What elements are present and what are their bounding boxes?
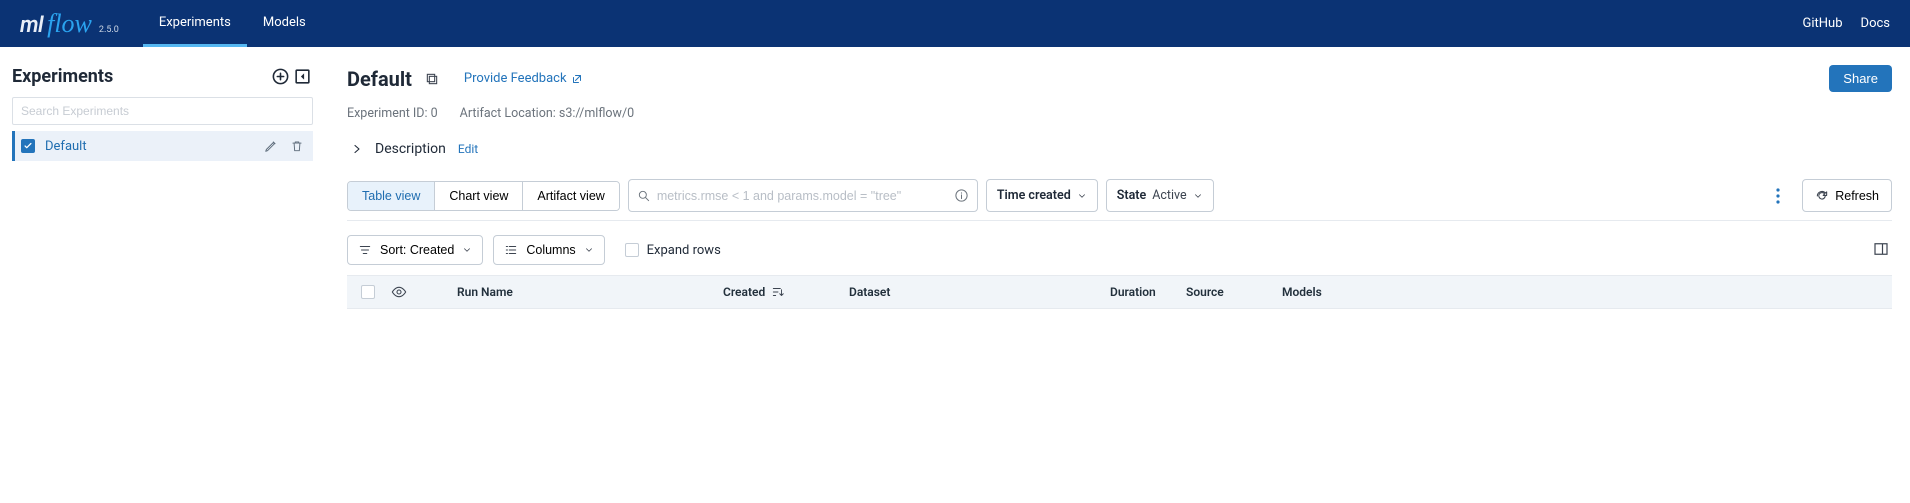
chevron-right-icon	[351, 143, 363, 155]
experiment-name[interactable]: Default	[45, 139, 87, 154]
info-icon	[954, 188, 969, 203]
description-expand-toggle[interactable]	[351, 143, 363, 155]
sort-select-key: Time created	[997, 188, 1071, 203]
sidebar-right-icon	[1872, 240, 1890, 258]
chevron-down-icon	[462, 245, 472, 255]
experiments-list: Default	[12, 131, 313, 161]
edit-description-link[interactable]: Edit	[458, 142, 478, 156]
col-created-label: Created	[723, 285, 765, 299]
tab-artifact-view[interactable]: Artifact view	[523, 182, 618, 210]
logo-flow: flow	[47, 9, 92, 39]
state-select-value: Active	[1152, 188, 1186, 203]
sort-chip-label: Sort: Created	[380, 243, 454, 257]
plus-circle-icon	[271, 67, 290, 86]
refresh-label: Refresh	[1835, 189, 1879, 203]
docs-link[interactable]: Docs	[1861, 16, 1890, 31]
collapse-sidebar-button[interactable]	[291, 65, 313, 87]
experiment-checkbox[interactable]	[21, 139, 35, 153]
col-source[interactable]: Source	[1186, 285, 1266, 299]
nav-tab-experiments[interactable]: Experiments	[143, 0, 247, 47]
search-experiments-input[interactable]	[12, 97, 313, 125]
experiment-title: Default	[347, 67, 412, 91]
github-link[interactable]: GitHub	[1803, 16, 1843, 31]
trash-icon	[290, 139, 304, 153]
columns-chip-button[interactable]: Columns	[493, 235, 604, 265]
chevron-down-icon	[1193, 191, 1203, 201]
col-dataset[interactable]: Dataset	[849, 285, 1094, 299]
sidebar-title: Experiments	[12, 66, 113, 87]
chevron-down-icon	[584, 245, 594, 255]
state-select[interactable]: State Active	[1106, 179, 1214, 212]
runs-search-box[interactable]	[628, 179, 978, 212]
share-label: Share	[1843, 71, 1878, 86]
experiment-id-label: Experiment ID: 0	[347, 106, 438, 121]
share-button[interactable]: Share	[1829, 65, 1892, 92]
kebab-icon	[1776, 188, 1780, 204]
rename-experiment-button[interactable]	[263, 138, 279, 154]
select-all-checkbox[interactable]	[361, 285, 375, 299]
chevron-down-icon	[1077, 191, 1087, 201]
eye-icon	[391, 284, 407, 300]
feedback-label: Provide Feedback	[464, 71, 567, 86]
col-models[interactable]: Models	[1282, 285, 1362, 299]
description-label: Description	[375, 141, 446, 157]
top-navbar: ml flow 2.5.0 Experiments Models GitHub …	[0, 0, 1910, 47]
experiment-list-item[interactable]: Default	[12, 131, 313, 161]
nav-tabs: Experiments Models	[143, 0, 322, 47]
runs-table-header: Run Name Created Dataset Duration Source…	[347, 275, 1892, 309]
sort-desc-icon	[771, 285, 785, 299]
copy-icon	[424, 71, 440, 87]
expand-rows-label: Expand rows	[647, 243, 721, 258]
nav-tab-models[interactable]: Models	[247, 0, 322, 47]
external-link-icon	[571, 73, 583, 85]
copy-experiment-button[interactable]	[424, 71, 440, 87]
col-run-name[interactable]: Run Name	[457, 285, 707, 299]
sort-chip-button[interactable]: Sort: Created	[347, 235, 483, 265]
pencil-icon	[264, 139, 278, 153]
mlflow-logo[interactable]: ml flow 2.5.0	[20, 9, 119, 39]
view-mode-tabs: Table view Chart view Artifact view	[347, 181, 620, 211]
col-duration[interactable]: Duration	[1110, 285, 1170, 299]
provide-feedback-link[interactable]: Provide Feedback	[464, 71, 583, 86]
col-created[interactable]: Created	[723, 285, 833, 299]
visibility-toggle[interactable]	[391, 284, 407, 300]
artifact-location-label: Artifact Location: s3://mlflow/0	[460, 106, 634, 121]
list-icon	[504, 243, 518, 257]
logo-ml: ml	[20, 13, 43, 38]
more-options-button[interactable]	[1762, 180, 1794, 212]
sort-select[interactable]: Time created	[986, 179, 1098, 212]
add-experiment-button[interactable]	[269, 65, 291, 87]
columns-chip-label: Columns	[526, 243, 575, 257]
expand-rows-checkbox[interactable]	[625, 243, 639, 257]
delete-experiment-button[interactable]	[289, 138, 305, 154]
nav-right-links: GitHub Docs	[1803, 16, 1890, 31]
tab-table-view[interactable]: Table view	[348, 182, 435, 210]
refresh-icon	[1815, 189, 1829, 203]
experiment-content: Default Provide Feedback Share Experimen…	[325, 47, 1910, 309]
sort-icon	[358, 243, 372, 257]
preview-panel-toggle[interactable]	[1872, 240, 1892, 260]
nav-tab-label: Experiments	[159, 15, 231, 30]
chevron-left-box-icon	[293, 67, 312, 86]
experiments-sidebar: Experiments Default	[0, 47, 325, 309]
state-select-key: State	[1117, 188, 1146, 203]
logo-version: 2.5.0	[99, 25, 119, 35]
runs-search-input[interactable]	[657, 189, 948, 203]
refresh-button[interactable]: Refresh	[1802, 179, 1892, 212]
search-icon	[637, 189, 651, 203]
nav-tab-label: Models	[263, 15, 306, 30]
check-icon	[23, 141, 33, 151]
search-info-button[interactable]	[954, 188, 969, 203]
tab-chart-view[interactable]: Chart view	[435, 182, 523, 210]
